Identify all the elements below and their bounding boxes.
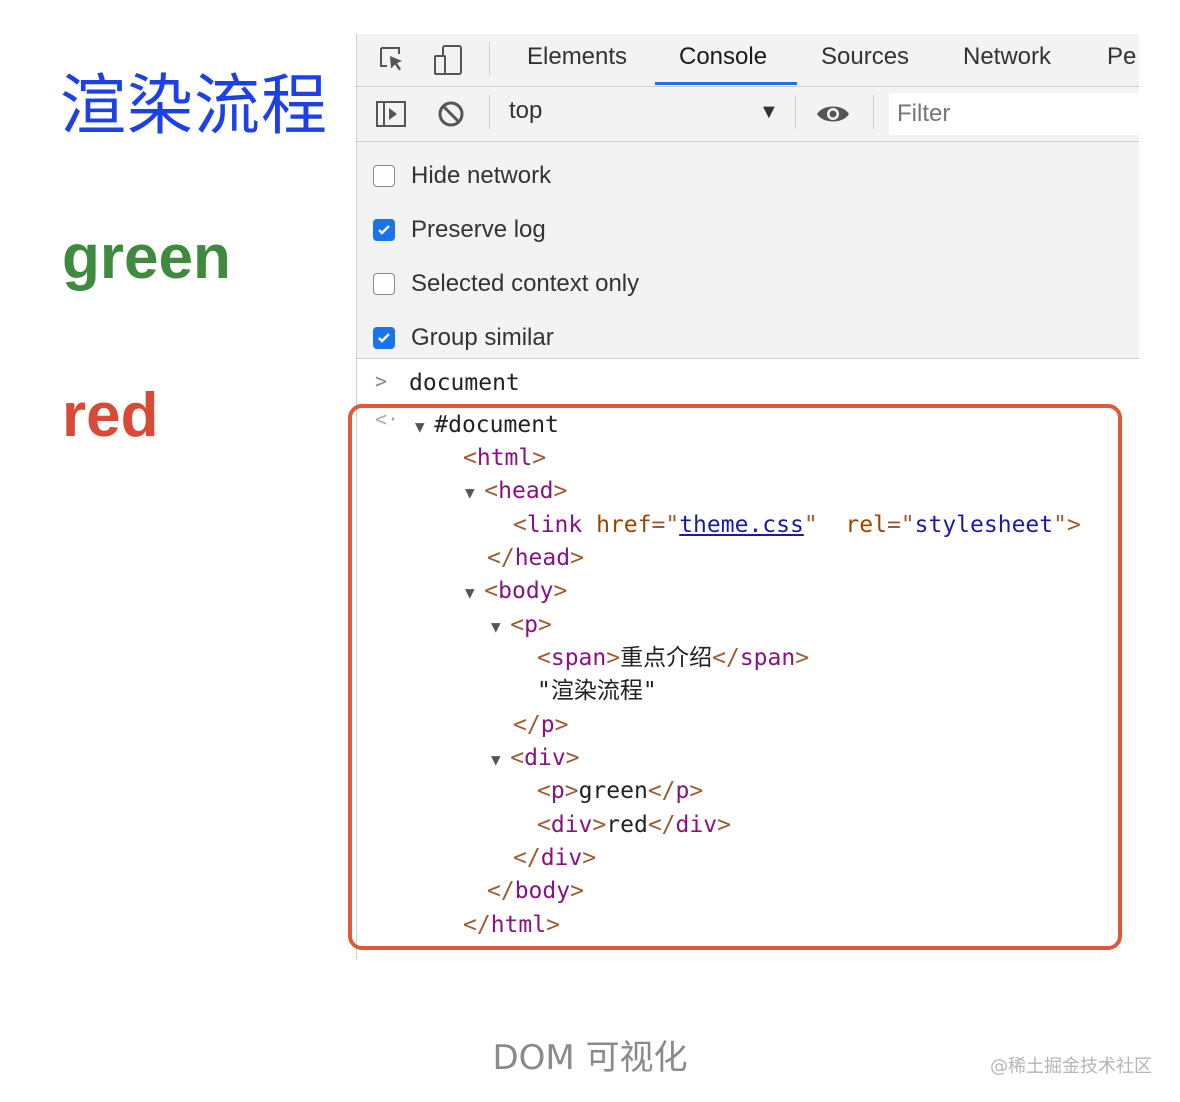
console-toolbar: top ▼ [357, 87, 1139, 142]
tab-console[interactable]: Console [677, 34, 769, 86]
live-expression-eye-icon[interactable] [815, 96, 851, 132]
selected-context-option[interactable]: Selected context only [373, 264, 639, 304]
device-toolbar-icon[interactable] [431, 42, 467, 78]
toolbar-separator [489, 42, 490, 76]
checkmark-icon [378, 333, 390, 343]
filter-input[interactable] [889, 93, 1139, 135]
chevron-right-icon: > [375, 369, 388, 393]
hide-network-checkbox[interactable] [373, 165, 395, 187]
active-tab-indicator [655, 82, 797, 85]
inspect-element-icon[interactable] [375, 42, 411, 78]
group-similar-option[interactable]: Group similar [373, 318, 554, 358]
green-paragraph: green [62, 223, 231, 292]
preserve-log-checkbox[interactable] [373, 219, 395, 241]
preserve-log-label: Preserve log [411, 216, 546, 243]
page-heading: 渲染流程 [60, 67, 328, 144]
checkmark-icon [378, 225, 390, 235]
watermark: @稀土掘金技术社区 [990, 1056, 1152, 1077]
tab-performance[interactable]: Pe [1105, 34, 1138, 86]
clear-console-icon[interactable] [433, 96, 469, 132]
dom-tree-highlight-box [348, 404, 1122, 950]
group-similar-label: Group similar [411, 324, 554, 351]
console-settings: Hide network Preserve log Selected conte… [357, 142, 1139, 359]
devtools-tab-bar: Elements Console Sources Network Pe [357, 34, 1139, 87]
console-command: document [409, 370, 520, 396]
console-sidebar-icon[interactable] [373, 96, 409, 132]
selected-context-checkbox[interactable] [373, 273, 395, 295]
hide-network-label: Hide network [411, 162, 552, 189]
preserve-log-option[interactable]: Preserve log [373, 210, 546, 250]
group-similar-checkbox[interactable] [373, 327, 395, 349]
toolbar-separator [873, 95, 874, 129]
tab-elements[interactable]: Elements [525, 34, 629, 86]
red-div: red [62, 381, 159, 450]
toolbar-separator [489, 95, 490, 129]
context-selector[interactable]: top [509, 97, 542, 125]
tab-network[interactable]: Network [961, 34, 1053, 86]
selected-context-label: Selected context only [411, 270, 640, 297]
chevron-down-icon[interactable]: ▼ [759, 101, 779, 124]
hide-network-option[interactable]: Hide network [373, 156, 551, 196]
tab-sources[interactable]: Sources [819, 34, 911, 86]
toolbar-separator [795, 95, 796, 129]
